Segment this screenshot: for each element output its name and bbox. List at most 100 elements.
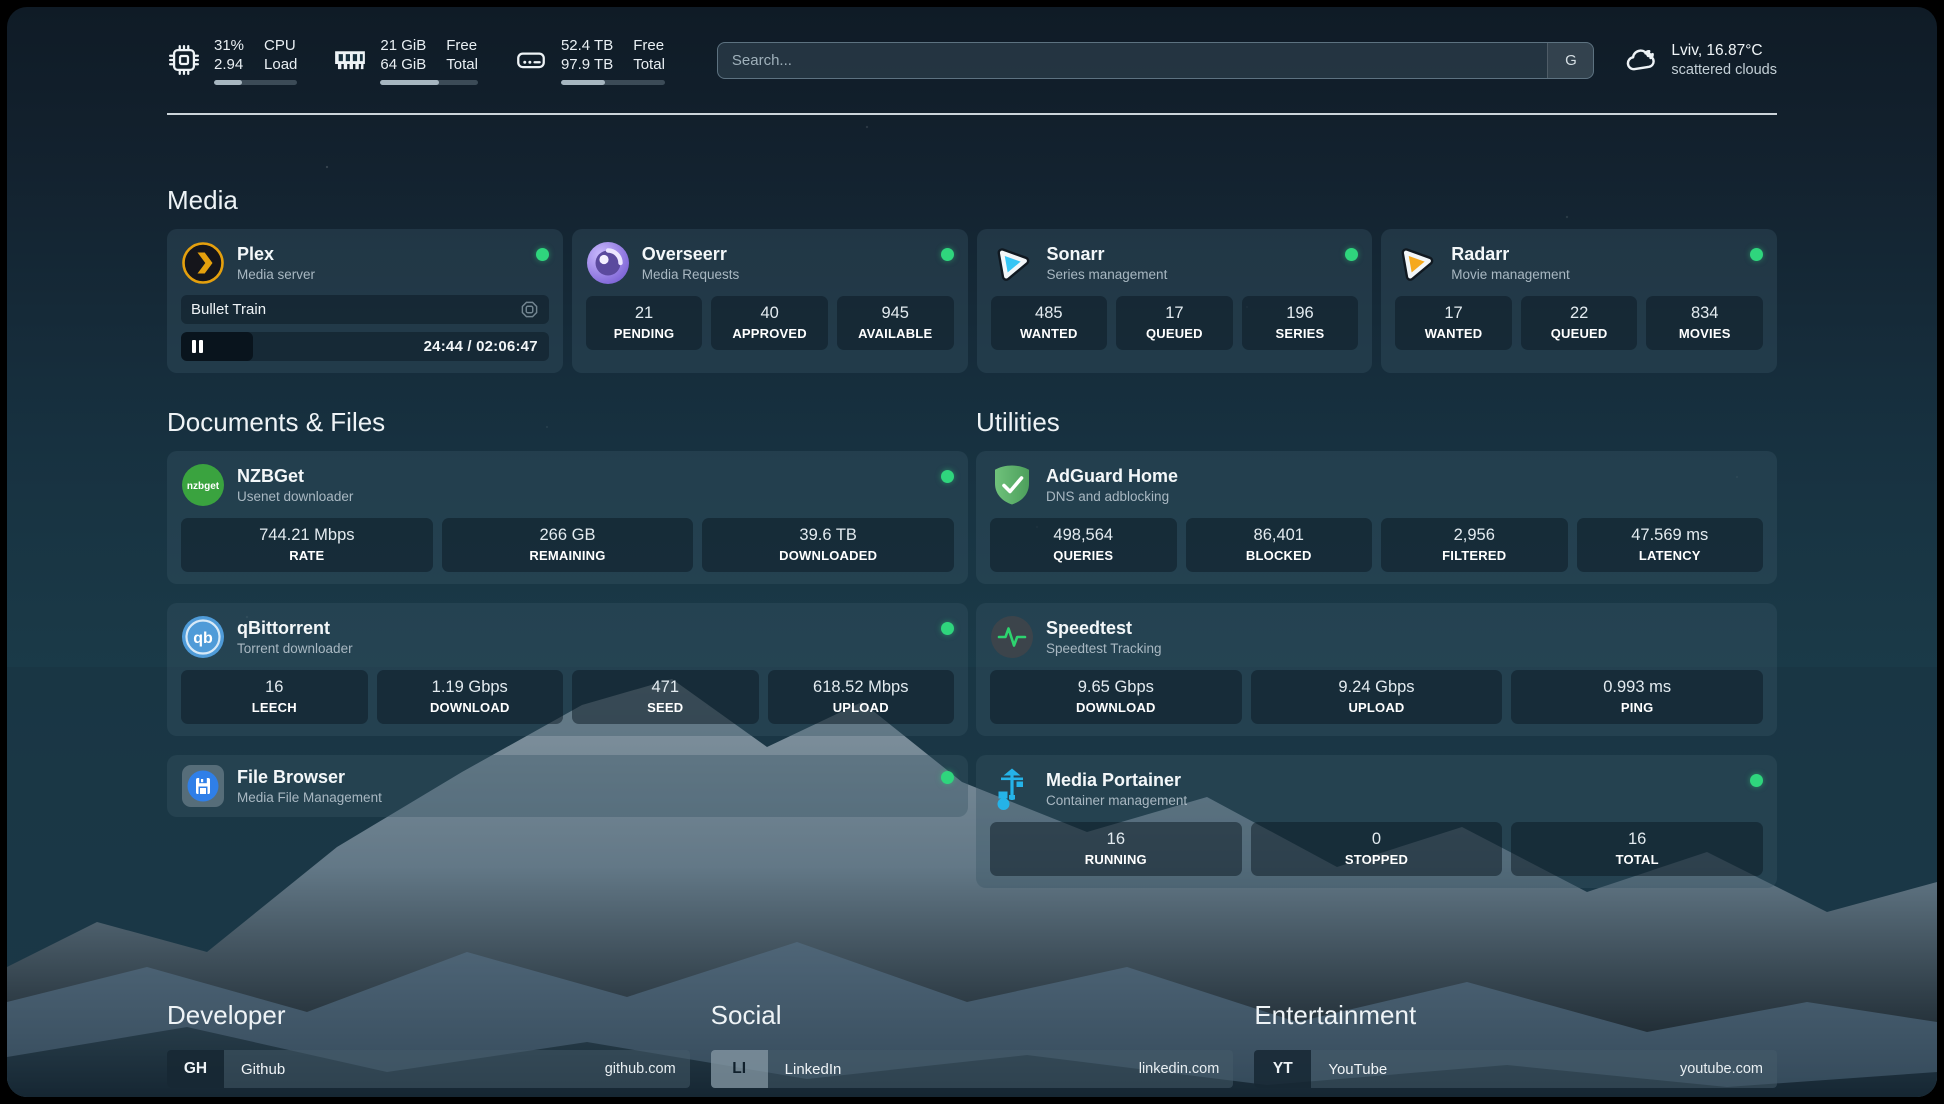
app-name: AdGuard Home [1046, 466, 1178, 487]
ram-progress-bar [380, 80, 478, 85]
status-online-dot [536, 248, 549, 261]
cpu-progress-bar [214, 80, 297, 85]
overseerr-icon [586, 241, 630, 285]
section-media: Media Plex Media server Bullet [167, 185, 1777, 373]
app-card-radarr[interactable]: Radarr Movie management 17WANTED 22QUEUE… [1381, 229, 1777, 373]
cpu-usage: 31% [214, 36, 244, 55]
ram-label-1: Free [446, 36, 478, 55]
bookmark-linkedin[interactable]: LI LinkedIn linkedin.com [711, 1050, 1234, 1088]
stat-tile: 16RUNNING [990, 822, 1242, 876]
search-bar: G [717, 42, 1595, 79]
app-name: Media Portainer [1046, 770, 1187, 791]
app-name: NZBGet [237, 466, 353, 487]
app-card-nzbget[interactable]: nzbget NZBGet Usenet downloader 744.21 M… [167, 451, 968, 584]
app-desc: DNS and adblocking [1046, 489, 1178, 504]
stat-tile: 0STOPPED [1251, 822, 1503, 876]
disk-widget: 52.4 TB97.9 TB FreeTotal [514, 36, 665, 85]
stat-tile: 945AVAILABLE [837, 296, 954, 350]
search-engine-button[interactable]: G [1547, 43, 1593, 78]
search-input[interactable] [718, 43, 1548, 78]
stat-tile: 2,956FILTERED [1381, 518, 1568, 572]
app-card-overseerr[interactable]: Overseerr Media Requests 21PENDING 40APP… [572, 229, 968, 373]
stat-tile: 9.65 GbpsDOWNLOAD [990, 670, 1242, 724]
memory-widget: 21 GiB64 GiB FreeTotal [333, 36, 478, 85]
utilities-section-title: Utilities [976, 407, 1777, 438]
ram-free: 21 GiB [380, 36, 426, 55]
section-developer: Developer GH Github github.com SO StackO… [167, 1000, 690, 1097]
weather-location-temp: Lviv, 16.87°C [1671, 42, 1777, 60]
ram-label-2: Total [446, 55, 478, 74]
app-desc: Speedtest Tracking [1046, 641, 1162, 656]
stat-tile: 86,401BLOCKED [1186, 518, 1373, 572]
now-playing-icon [520, 300, 539, 319]
svg-text:nzbget: nzbget [187, 481, 220, 492]
bookmark-name: Github [241, 1061, 285, 1078]
stat-tile: 40APPROVED [711, 296, 828, 350]
bookmark-abbr: YT [1254, 1050, 1311, 1088]
app-card-qbittorrent[interactable]: qb qBittorrent Torrent downloader 16LEEC… [167, 603, 968, 736]
section-documents: Documents & Files nzbget NZBGet Usenet d… [167, 407, 968, 888]
app-desc: Movie management [1451, 267, 1570, 282]
cpu-label-2: Load [264, 55, 297, 74]
cpu-icon [167, 43, 201, 77]
portainer-icon [990, 767, 1034, 811]
disk-free: 52.4 TB [561, 36, 613, 55]
developer-section-title: Developer [167, 1000, 690, 1031]
app-desc: Usenet downloader [237, 489, 353, 504]
app-name: qBittorrent [237, 618, 353, 639]
stat-tile: 16TOTAL [1511, 822, 1763, 876]
filebrowser-icon [181, 764, 225, 808]
stat-tile: 47.569 msLATENCY [1577, 518, 1764, 572]
status-online-dot [941, 248, 954, 261]
section-utilities: Utilities AdGuard Home DNS and adblock [976, 407, 1777, 888]
bookmark-youtube[interactable]: YT YouTube youtube.com [1254, 1050, 1777, 1088]
app-card-portainer[interactable]: Media Portainer Container management 16R… [976, 755, 1777, 888]
app-card-adguard[interactable]: AdGuard Home DNS and adblocking 498,564Q… [976, 451, 1777, 584]
app-desc: Series management [1047, 267, 1168, 282]
app-desc: Media server [237, 267, 315, 282]
status-online-dot [1750, 248, 1763, 261]
stat-tile: 498,564QUERIES [990, 518, 1177, 572]
status-online-dot [941, 622, 954, 635]
disk-label-1: Free [633, 36, 665, 55]
stat-tile: 16LEECH [181, 670, 368, 724]
stat-tile: 744.21 MbpsRATE [181, 518, 433, 572]
app-desc: Torrent downloader [237, 641, 353, 656]
status-online-dot [1345, 248, 1358, 261]
stat-tile: 618.52 MbpsUPLOAD [768, 670, 955, 724]
weather-condition: scattered clouds [1671, 62, 1777, 78]
app-name: Sonarr [1047, 244, 1168, 265]
app-card-speedtest[interactable]: Speedtest Speedtest Tracking 9.65 GbpsDO… [976, 603, 1777, 736]
ram-total: 64 GiB [380, 55, 426, 74]
playback-progress-bar[interactable]: 24:44 / 02:06:47 [181, 332, 549, 361]
stat-tile: 834MOVIES [1646, 296, 1763, 350]
cpu-label-1: CPU [264, 36, 297, 55]
app-desc: Container management [1046, 793, 1187, 808]
stat-tile: 17QUEUED [1116, 296, 1233, 350]
app-desc: Media File Management [237, 790, 382, 805]
status-online-dot [941, 771, 954, 784]
bookmark-name: YouTube [1328, 1061, 1387, 1078]
cloud-icon [1624, 38, 1658, 82]
adguard-icon [990, 463, 1034, 507]
app-card-sonarr[interactable]: Sonarr Series management 485WANTED 17QUE… [977, 229, 1373, 373]
nzbget-icon: nzbget [181, 463, 225, 507]
svg-text:qb: qb [193, 630, 213, 647]
stat-tile: 17WANTED [1395, 296, 1512, 350]
weather-widget: Lviv, 16.87°C scattered clouds [1624, 38, 1777, 82]
bookmark-github[interactable]: GH Github github.com [167, 1050, 690, 1088]
app-name: Radarr [1451, 244, 1570, 265]
app-name: Overseerr [642, 244, 740, 265]
sonarr-icon [991, 241, 1035, 285]
app-name: Plex [237, 244, 315, 265]
disk-icon [514, 43, 548, 77]
app-card-plex[interactable]: Plex Media server Bullet Train [167, 229, 563, 373]
app-card-filebrowser[interactable]: File Browser Media File Management [167, 755, 968, 817]
status-online-dot [941, 470, 954, 483]
plex-icon [181, 241, 225, 285]
dashboard-window: 31%2.94 CPULoad 21 GiB64 GiB [7, 7, 1937, 1097]
pause-icon[interactable] [192, 340, 203, 353]
stat-tile: 196SERIES [1242, 296, 1359, 350]
disk-label-2: Total [633, 55, 665, 74]
bookmark-name: LinkedIn [785, 1061, 842, 1078]
